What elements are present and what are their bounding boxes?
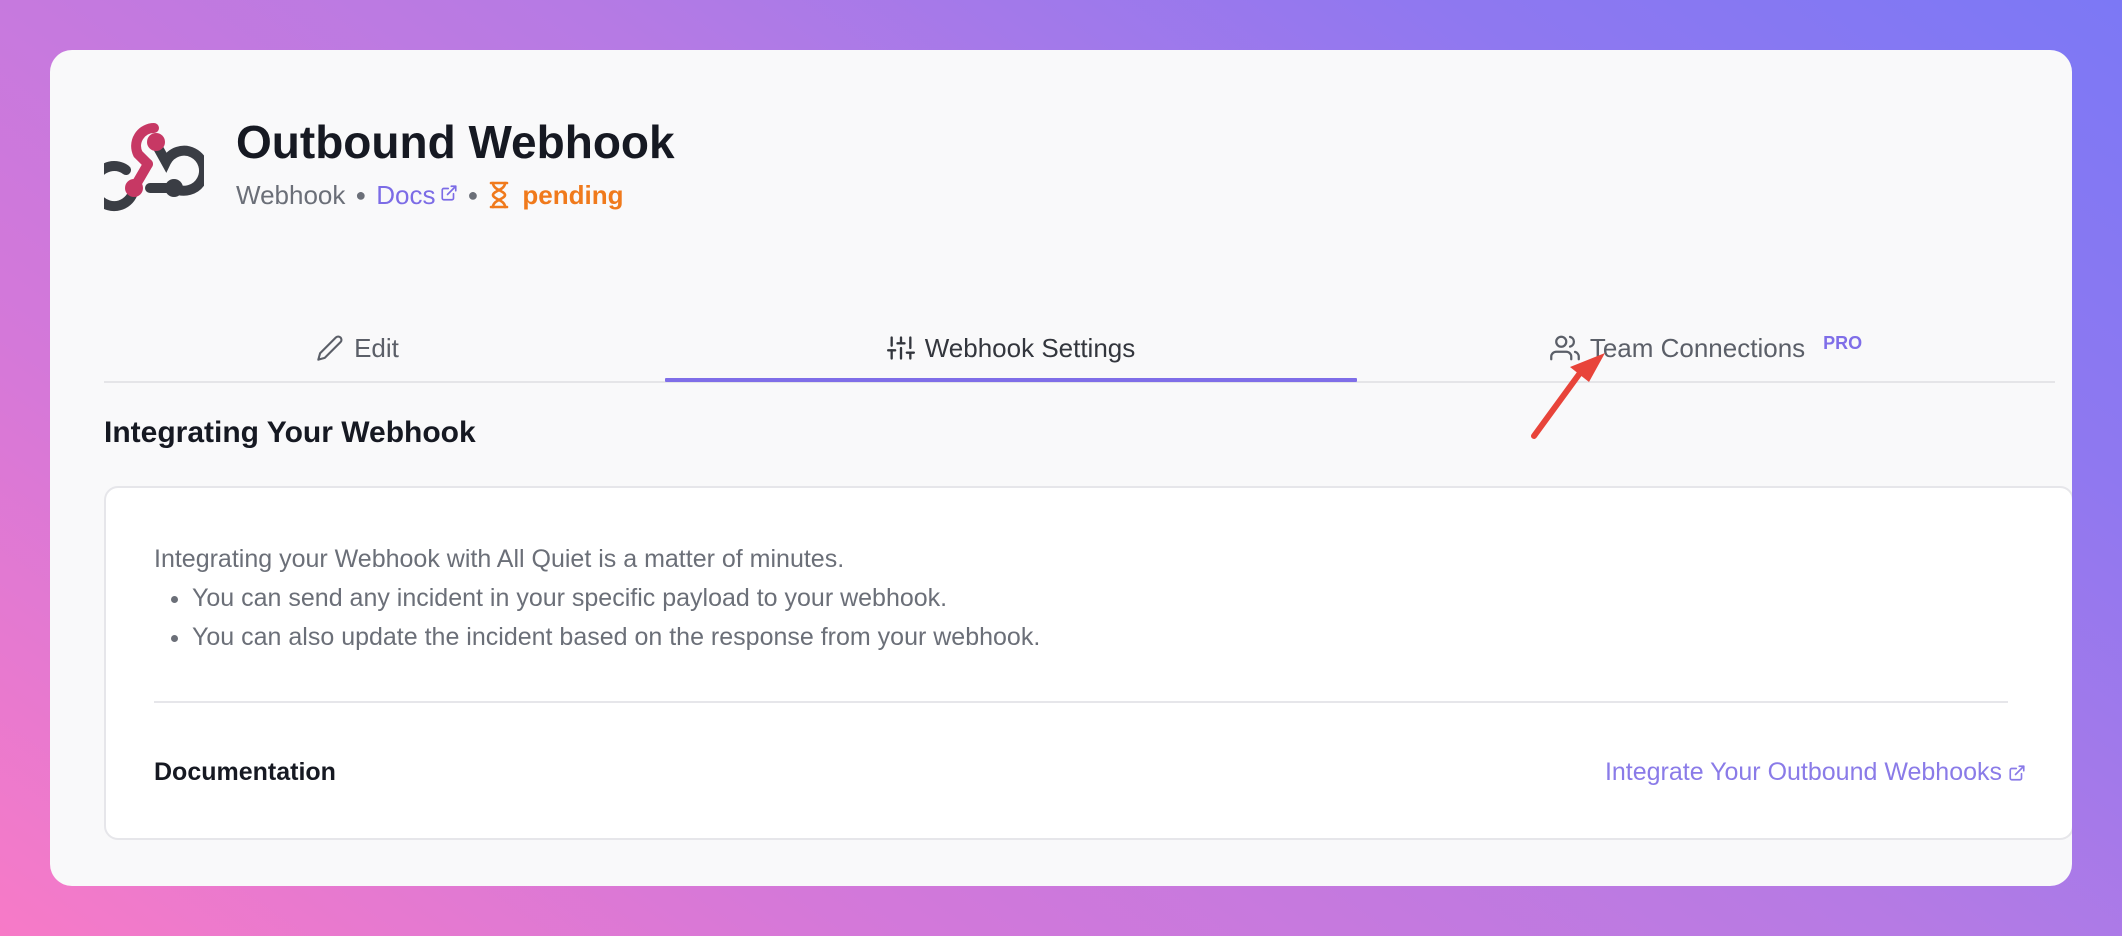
divider [154,701,2008,703]
intro-text: Integrating your Webhook with All Quiet … [154,545,845,573]
docs-link-label: Docs [376,180,436,210]
documentation-label: Documentation [154,758,336,786]
documentation-link[interactable]: Integrate Your Outbound Webhooks [1605,758,2026,787]
tab-webhook-settings[interactable]: Webhook Settings [665,315,1357,381]
sliders-icon [886,336,915,360]
external-link-icon [440,185,457,201]
pencil-icon [317,335,343,361]
webhook-logo-icon [104,123,204,212]
tab-team-connections[interactable]: Team Connections PRO [1357,315,2055,381]
list-item: You can send any incident in your specif… [192,579,1040,618]
feature-list: You can send any incident in your specif… [154,579,1040,657]
section-title: Integrating Your Webhook [104,416,476,449]
separator-dot: ● [355,185,367,205]
integration-info-panel: Integrating your Webhook with All Quiet … [104,486,2072,840]
pro-badge: PRO [1823,332,1863,353]
tab-bar: Edit Webhook Settings Team Connections P… [104,315,2055,383]
tab-team-connections-label: Team Connections [1589,332,1806,363]
list-item: You can also update the incident based o… [192,618,1040,657]
tab-webhook-settings-label: Webhook Settings [924,332,1136,363]
annotation-arrow-icon [1531,353,1605,439]
integration-card: Outbound Webhook Webhook ● Docs ● pendin… [50,50,2072,886]
separator-dot: ● [467,185,479,205]
active-tab-indicator [665,378,1357,382]
external-link-icon [2009,764,2025,781]
docs-link[interactable]: Docs [376,180,457,210]
intro-text-block: Integrating your Webhook with All Quiet … [154,540,1040,657]
status-text: pending [522,180,624,210]
integration-meta: Webhook ● Docs ● pending [236,180,675,210]
documentation-link-label: Integrate Your Outbound Webhooks [1604,758,2002,786]
tab-edit-label: Edit [354,332,399,363]
hourglass-icon [490,181,509,209]
page-title: Outbound Webhook [236,116,675,168]
status-badge: pending [488,180,623,210]
integration-header: Outbound Webhook Webhook ● Docs ● pendin… [104,112,675,214]
integration-type: Webhook [236,180,346,210]
tab-edit[interactable]: Edit [104,315,611,381]
